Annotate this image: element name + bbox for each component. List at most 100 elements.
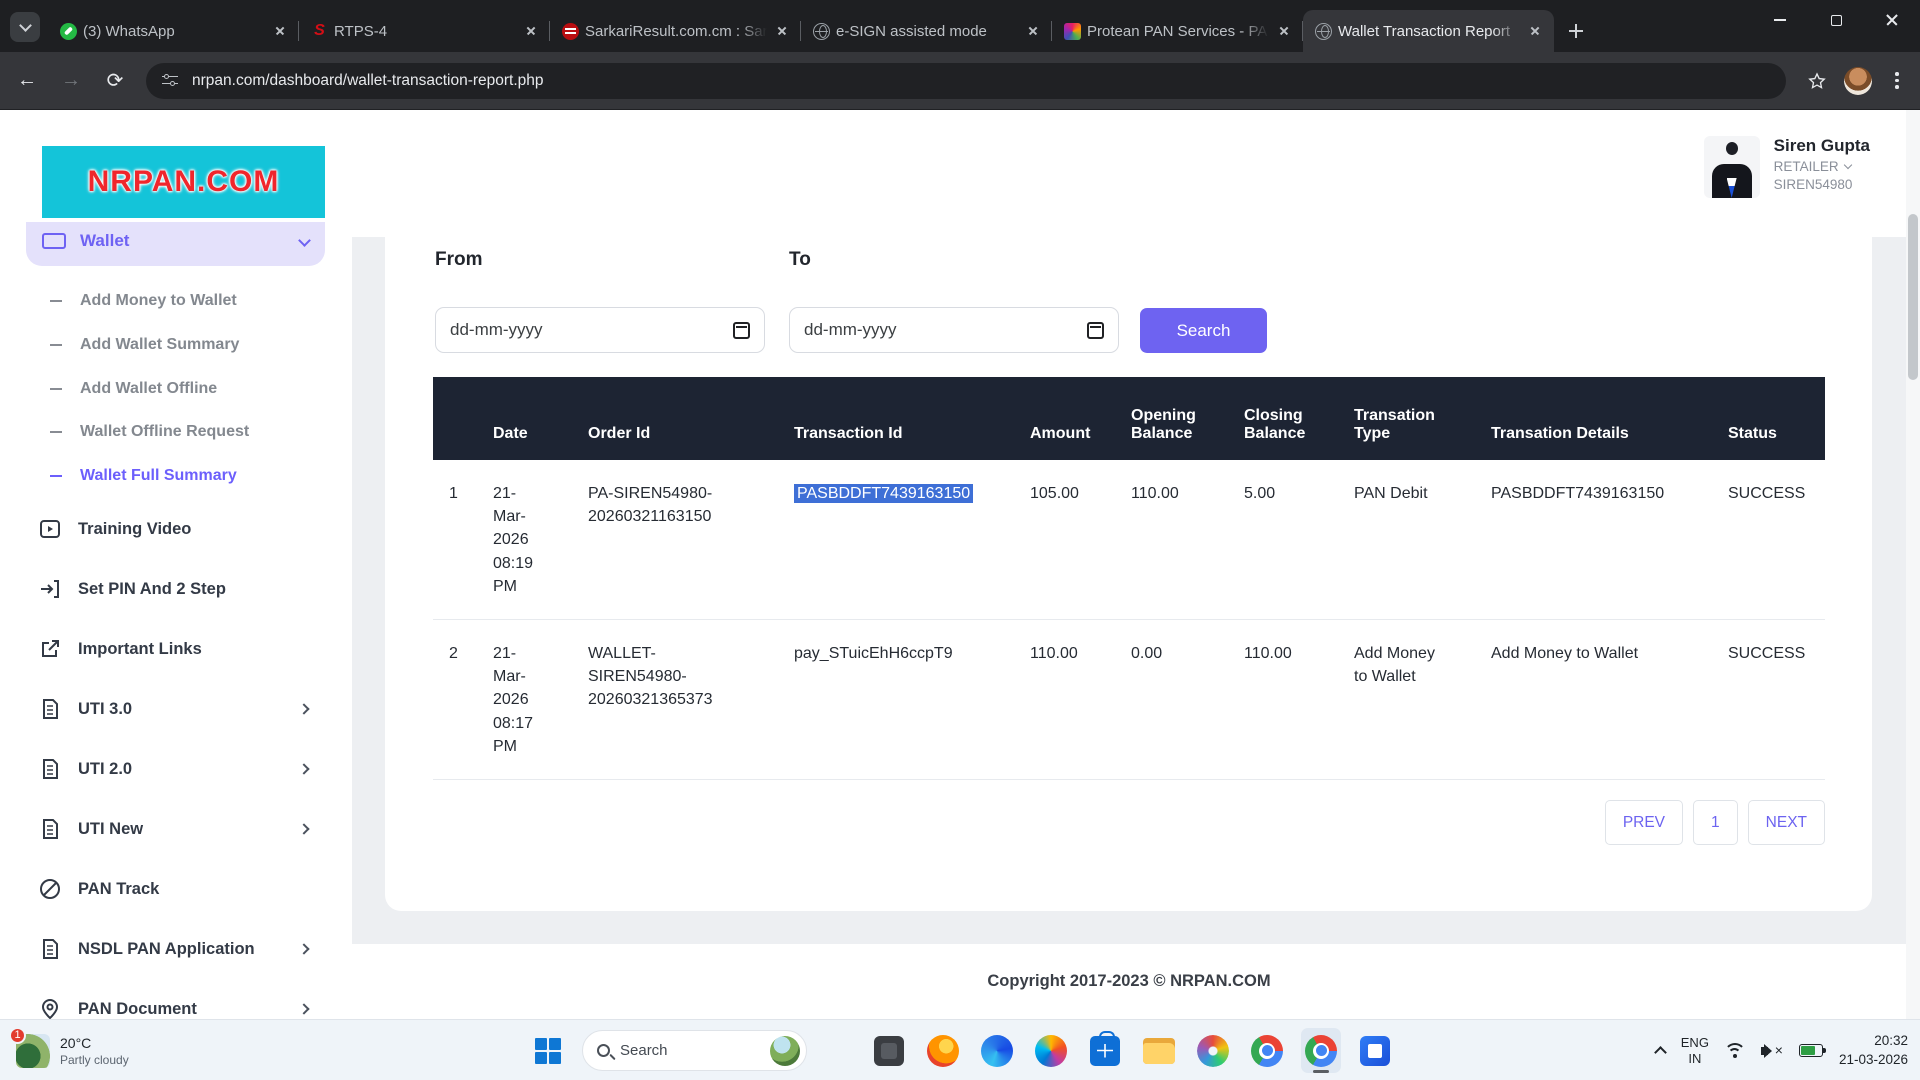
sidebar-item-add-wallet-offline[interactable]: Add Wallet Offline xyxy=(0,376,352,402)
tray-chevron-up-icon[interactable] xyxy=(1654,1046,1667,1059)
user-name: Siren Gupta xyxy=(1774,136,1870,156)
start-button[interactable] xyxy=(528,1028,568,1073)
cell-transaction-id[interactable]: PASBDDFT7439163150 xyxy=(778,460,1014,505)
avatar xyxy=(1704,136,1760,198)
sidebar-item-nsdl-pan-application[interactable]: NSDL PAN Application xyxy=(0,935,352,963)
sidebar-item-add-wallet-summary[interactable]: Add Wallet Summary xyxy=(0,332,352,358)
sidebar-item-uti-3-0[interactable]: UTI 3.0 xyxy=(0,695,352,723)
close-icon[interactable] xyxy=(1024,22,1042,40)
calendar-icon[interactable] xyxy=(733,322,750,339)
globe-icon xyxy=(1315,23,1332,40)
taskbar-search[interactable]: Search xyxy=(582,1030,807,1071)
tab-protean[interactable]: Protean PAN Services - PAN xyxy=(1052,10,1303,52)
search-highlight-image[interactable] xyxy=(770,1036,800,1066)
tab-sarkariresult[interactable]: SarkariResult.com.cm : Sark xyxy=(550,10,801,52)
taskbar-app-copilot[interactable] xyxy=(1031,1028,1071,1073)
cell-order-id: PA-SIREN54980- 20260321163150 xyxy=(572,460,778,528)
page-number-button[interactable]: 1 xyxy=(1693,800,1738,845)
url-text[interactable]: nrpan.com/dashboard/wallet-transaction-r… xyxy=(192,72,544,90)
sidebar-item-wallet-full-summary[interactable]: Wallet Full Summary xyxy=(0,463,352,489)
to-date-input[interactable] xyxy=(789,307,1119,353)
scrollbar[interactable] xyxy=(1906,110,1920,1019)
cell-amount: 110.00 xyxy=(1014,620,1115,665)
browser-menu-button[interactable] xyxy=(1882,66,1912,96)
taskbar-app-edge[interactable] xyxy=(977,1028,1017,1073)
tab-title: (3) WhatsApp xyxy=(83,23,265,40)
maximize-button[interactable] xyxy=(1808,0,1864,40)
row-index: 1 xyxy=(433,460,477,505)
browser-profile-avatar[interactable] xyxy=(1844,67,1872,95)
sidebar-item-training-video[interactable]: Training Video xyxy=(0,515,352,543)
tab-search-button[interactable] xyxy=(10,12,40,42)
sidebar-item-uti-new[interactable]: UTI New xyxy=(0,815,352,843)
tab-whatsapp[interactable]: (3) WhatsApp xyxy=(48,10,299,52)
rtps-icon: S xyxy=(311,23,328,40)
sidebar-item-pan-track[interactable]: PAN Track xyxy=(0,875,352,903)
photos-icon xyxy=(1197,1035,1229,1067)
search-button[interactable]: Search xyxy=(1140,308,1267,353)
tab-wallet-transaction-report[interactable]: Wallet Transaction Report xyxy=(1303,10,1554,52)
to-date-field[interactable] xyxy=(804,320,1087,340)
battery-charging-icon[interactable] xyxy=(1799,1044,1823,1057)
to-label: To xyxy=(789,249,811,271)
minimize-button[interactable] xyxy=(1752,0,1808,40)
from-label: From xyxy=(435,249,483,271)
taskbar-app-dark[interactable] xyxy=(869,1028,909,1073)
chevron-down-icon xyxy=(1843,161,1851,169)
taskbar-app-firefox[interactable] xyxy=(923,1028,963,1073)
sidebar-item-uti-2-0[interactable]: UTI 2.0 xyxy=(0,755,352,783)
sidebar-item-set-pin-and-2-step[interactable]: Set PIN And 2 Step xyxy=(0,575,352,603)
index-column-header xyxy=(433,443,477,460)
sidebar-item-pan-document[interactable]: PAN Document xyxy=(0,995,352,1019)
back-button[interactable]: ← xyxy=(10,64,44,98)
wifi-icon[interactable] xyxy=(1725,1043,1745,1059)
close-window-button[interactable] xyxy=(1864,0,1920,40)
tray-time: 20:32 xyxy=(1839,1032,1908,1050)
bookmark-star-button[interactable] xyxy=(1800,64,1834,98)
close-icon[interactable] xyxy=(1275,22,1293,40)
row-index: 2 xyxy=(433,620,477,665)
sidebar-item-important-links[interactable]: Important Links xyxy=(0,635,352,663)
tab-esign[interactable]: e-SIGN assisted mode xyxy=(801,10,1052,52)
globe-icon xyxy=(813,23,830,40)
taskbar-app-chrome-active[interactable] xyxy=(1301,1028,1341,1073)
from-date-input[interactable] xyxy=(435,307,765,353)
taskbar-app-photos[interactable] xyxy=(1193,1028,1233,1073)
reload-button[interactable]: ⟳ xyxy=(98,64,132,98)
language-indicator[interactable]: ENG IN xyxy=(1681,1035,1709,1066)
volume-muted-icon[interactable] xyxy=(1761,1043,1783,1059)
taskbar-app-chrome[interactable] xyxy=(1247,1028,1287,1073)
tab-rtps[interactable]: S RTPS-4 xyxy=(299,10,550,52)
weather-widget[interactable]: 1 20°C Partly cloudy xyxy=(8,1028,137,1073)
close-icon[interactable] xyxy=(773,22,791,40)
forward-button[interactable]: → xyxy=(54,64,88,98)
sidebar-item-wallet-offline-request[interactable]: Wallet Offline Request xyxy=(0,419,352,445)
sidebar-item-wallet[interactable]: Wallet xyxy=(26,222,325,266)
close-icon[interactable] xyxy=(1526,22,1544,40)
whatsapp-icon xyxy=(60,23,77,40)
notification-badge: 1 xyxy=(9,1027,26,1044)
site-logo[interactable]: NRPAN.COM xyxy=(42,146,325,218)
scrollbar-thumb[interactable] xyxy=(1908,214,1918,380)
cell-transation-details: Add Money to Wallet xyxy=(1475,620,1712,665)
maximize-icon xyxy=(1831,15,1842,26)
taskbar-clock[interactable]: 20:32 21-03-2026 xyxy=(1839,1032,1908,1068)
user-role[interactable]: RETAILER xyxy=(1774,159,1870,174)
user-profile[interactable]: Siren Gupta RETAILER SIREN54980 xyxy=(1704,136,1870,198)
taskbar-app-store[interactable] xyxy=(1085,1028,1125,1073)
next-page-button[interactable]: NEXT xyxy=(1748,800,1825,845)
taskbar-app-file-explorer[interactable] xyxy=(1139,1028,1179,1073)
site-info-icon[interactable] xyxy=(162,72,180,90)
close-icon[interactable] xyxy=(271,22,289,40)
search-placeholder: Search xyxy=(620,1042,770,1059)
taskbar-app-blue[interactable] xyxy=(1355,1028,1395,1073)
new-tab-button[interactable] xyxy=(1562,17,1590,45)
sidebar-item-add-money-to-wallet[interactable]: Add Money to Wallet xyxy=(0,288,352,314)
chevron-down-icon xyxy=(298,234,311,247)
prev-page-button[interactable]: PREV xyxy=(1605,800,1683,845)
from-date-field[interactable] xyxy=(450,320,733,340)
calendar-icon[interactable] xyxy=(1087,322,1104,339)
close-icon[interactable] xyxy=(522,22,540,40)
address-bar[interactable]: nrpan.com/dashboard/wallet-transaction-r… xyxy=(146,63,1786,99)
window-controls xyxy=(1752,0,1920,40)
